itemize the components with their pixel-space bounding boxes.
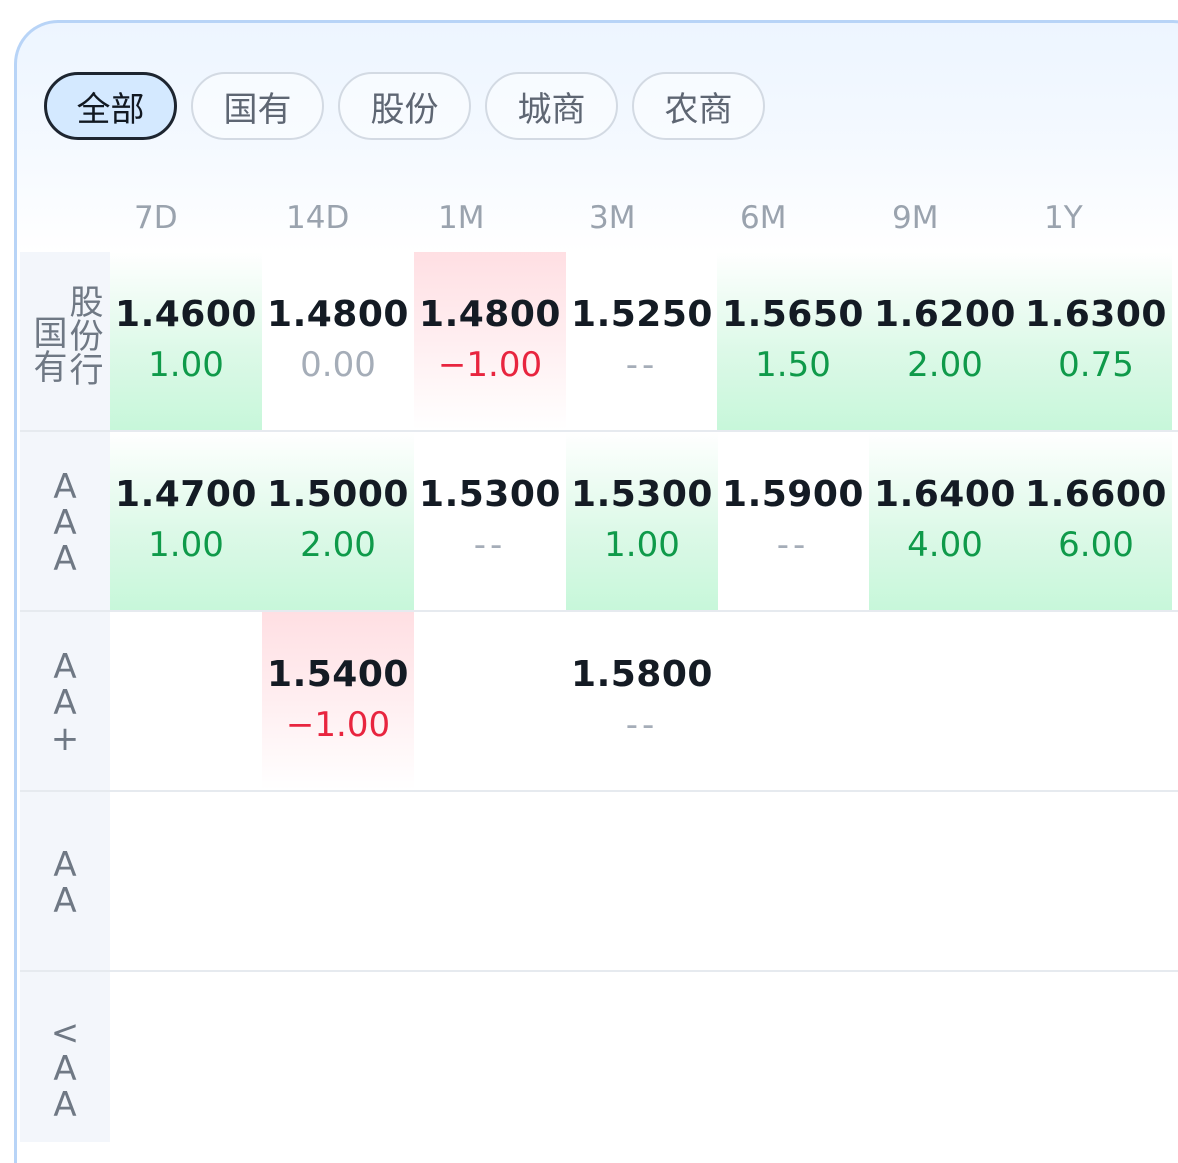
rate-cell-aaa-9m[interactable]: 1.6400 4.00: [869, 432, 1021, 610]
rate-change: 1.00: [148, 525, 224, 565]
rate-cell-state-7d[interactable]: 1.4600 1.00: [110, 252, 262, 430]
row-label-aaa: AAA: [20, 432, 110, 610]
rate-cell-aa-plus-3m[interactable]: 1.5800 --: [566, 612, 718, 790]
rate-change: 1.00: [148, 345, 224, 385]
tab-rural-commercial[interactable]: 农商: [632, 72, 765, 140]
tenor-header-14d: 14D: [286, 200, 350, 236]
rate-change: 4.00: [907, 525, 983, 565]
rate-value: 1.5900: [722, 474, 864, 515]
rate-cell-state-14d[interactable]: 1.4800 0.00: [262, 252, 414, 430]
rate-change: --: [776, 525, 810, 565]
row-label-below-aa: <AA: [20, 972, 110, 1142]
rate-cell-aa-plus-14d[interactable]: 1.5400 −1.00: [262, 612, 414, 790]
tenor-header-9m: 9M: [892, 200, 939, 236]
rate-cell-aaa-6m[interactable]: 1.5900 --: [717, 432, 869, 610]
rate-change: --: [625, 705, 659, 745]
row-label-aa: AA: [20, 792, 110, 970]
rate-cell-state-9m[interactable]: 1.6200 2.00: [869, 252, 1021, 430]
rate-cell-aaa-7d[interactable]: 1.4700 1.00: [110, 432, 262, 610]
row-label-text: <AA: [45, 1013, 85, 1121]
rate-value: 1.5650: [722, 294, 864, 335]
rate-cell-state-1m[interactable]: 1.4800 −1.00: [414, 252, 566, 430]
rate-value: 1.4800: [419, 294, 561, 335]
rate-value: 1.5250: [571, 294, 713, 335]
tenor-header-1y: 1Y: [1044, 200, 1083, 236]
rate-value: 1.4800: [267, 294, 409, 335]
rate-change: −1.00: [285, 705, 391, 745]
rate-cell-aaa-1m[interactable]: 1.5300 --: [414, 432, 566, 610]
row-label-aa-plus: AA+: [20, 612, 110, 790]
row-label-text: AA+: [45, 647, 85, 755]
rate-cell-state-1y[interactable]: 1.6300 0.75: [1020, 252, 1172, 430]
row-label-text: AAA: [45, 467, 85, 575]
rate-value: 1.6300: [1025, 294, 1167, 335]
tenor-header-1m: 1M: [438, 200, 485, 236]
tenor-header-7d: 7D: [134, 200, 178, 236]
rate-change: 1.50: [755, 345, 831, 385]
rate-value: 1.5000: [267, 474, 409, 515]
tenor-header-3m: 3M: [589, 200, 636, 236]
rate-value: 1.4700: [115, 474, 257, 515]
rate-cell-aaa-1y[interactable]: 1.6600 6.00: [1020, 432, 1172, 610]
rate-change: --: [625, 345, 659, 385]
rate-change: 1.00: [604, 525, 680, 565]
rate-cell-aaa-14d[interactable]: 1.5000 2.00: [262, 432, 414, 610]
row-label-part-1: 国有: [27, 315, 67, 383]
row-divider: [20, 790, 1178, 792]
tab-city-commercial[interactable]: 城商: [485, 72, 618, 140]
tab-state-owned[interactable]: 国有: [191, 72, 324, 140]
rate-change: 0.00: [300, 345, 376, 385]
row-divider: [20, 970, 1178, 972]
row-label-text: AA: [45, 845, 85, 917]
rate-cell-aaa-3m[interactable]: 1.5300 1.00: [566, 432, 718, 610]
rate-value: 1.5800: [571, 654, 713, 695]
rate-change: 0.75: [1058, 345, 1134, 385]
rate-value: 1.6200: [874, 294, 1016, 335]
rate-value: 1.4600: [115, 294, 257, 335]
rate-change: 6.00: [1058, 525, 1134, 565]
row-label-part-2: 股份行: [63, 284, 103, 386]
rate-value: 1.5400: [267, 654, 409, 695]
tab-all[interactable]: 全部: [44, 72, 177, 140]
row-label-state-joint: 国有 股份行: [20, 252, 110, 430]
tab-joint-stock[interactable]: 股份: [338, 72, 471, 140]
rate-value: 1.6400: [874, 474, 1016, 515]
tenor-header-6m: 6M: [740, 200, 787, 236]
rate-change: 2.00: [300, 525, 376, 565]
rate-value: 1.5300: [419, 474, 561, 515]
rate-cell-state-3m[interactable]: 1.5250 --: [566, 252, 718, 430]
rate-value: 1.5300: [571, 474, 713, 515]
rate-change: 2.00: [907, 345, 983, 385]
rate-change: --: [473, 525, 507, 565]
rate-value: 1.6600: [1025, 474, 1167, 515]
rate-cell-state-6m[interactable]: 1.5650 1.50: [717, 252, 869, 430]
filter-tabs: 全部 国有 股份 城商 农商: [44, 72, 765, 140]
rate-change: −1.00: [437, 345, 543, 385]
